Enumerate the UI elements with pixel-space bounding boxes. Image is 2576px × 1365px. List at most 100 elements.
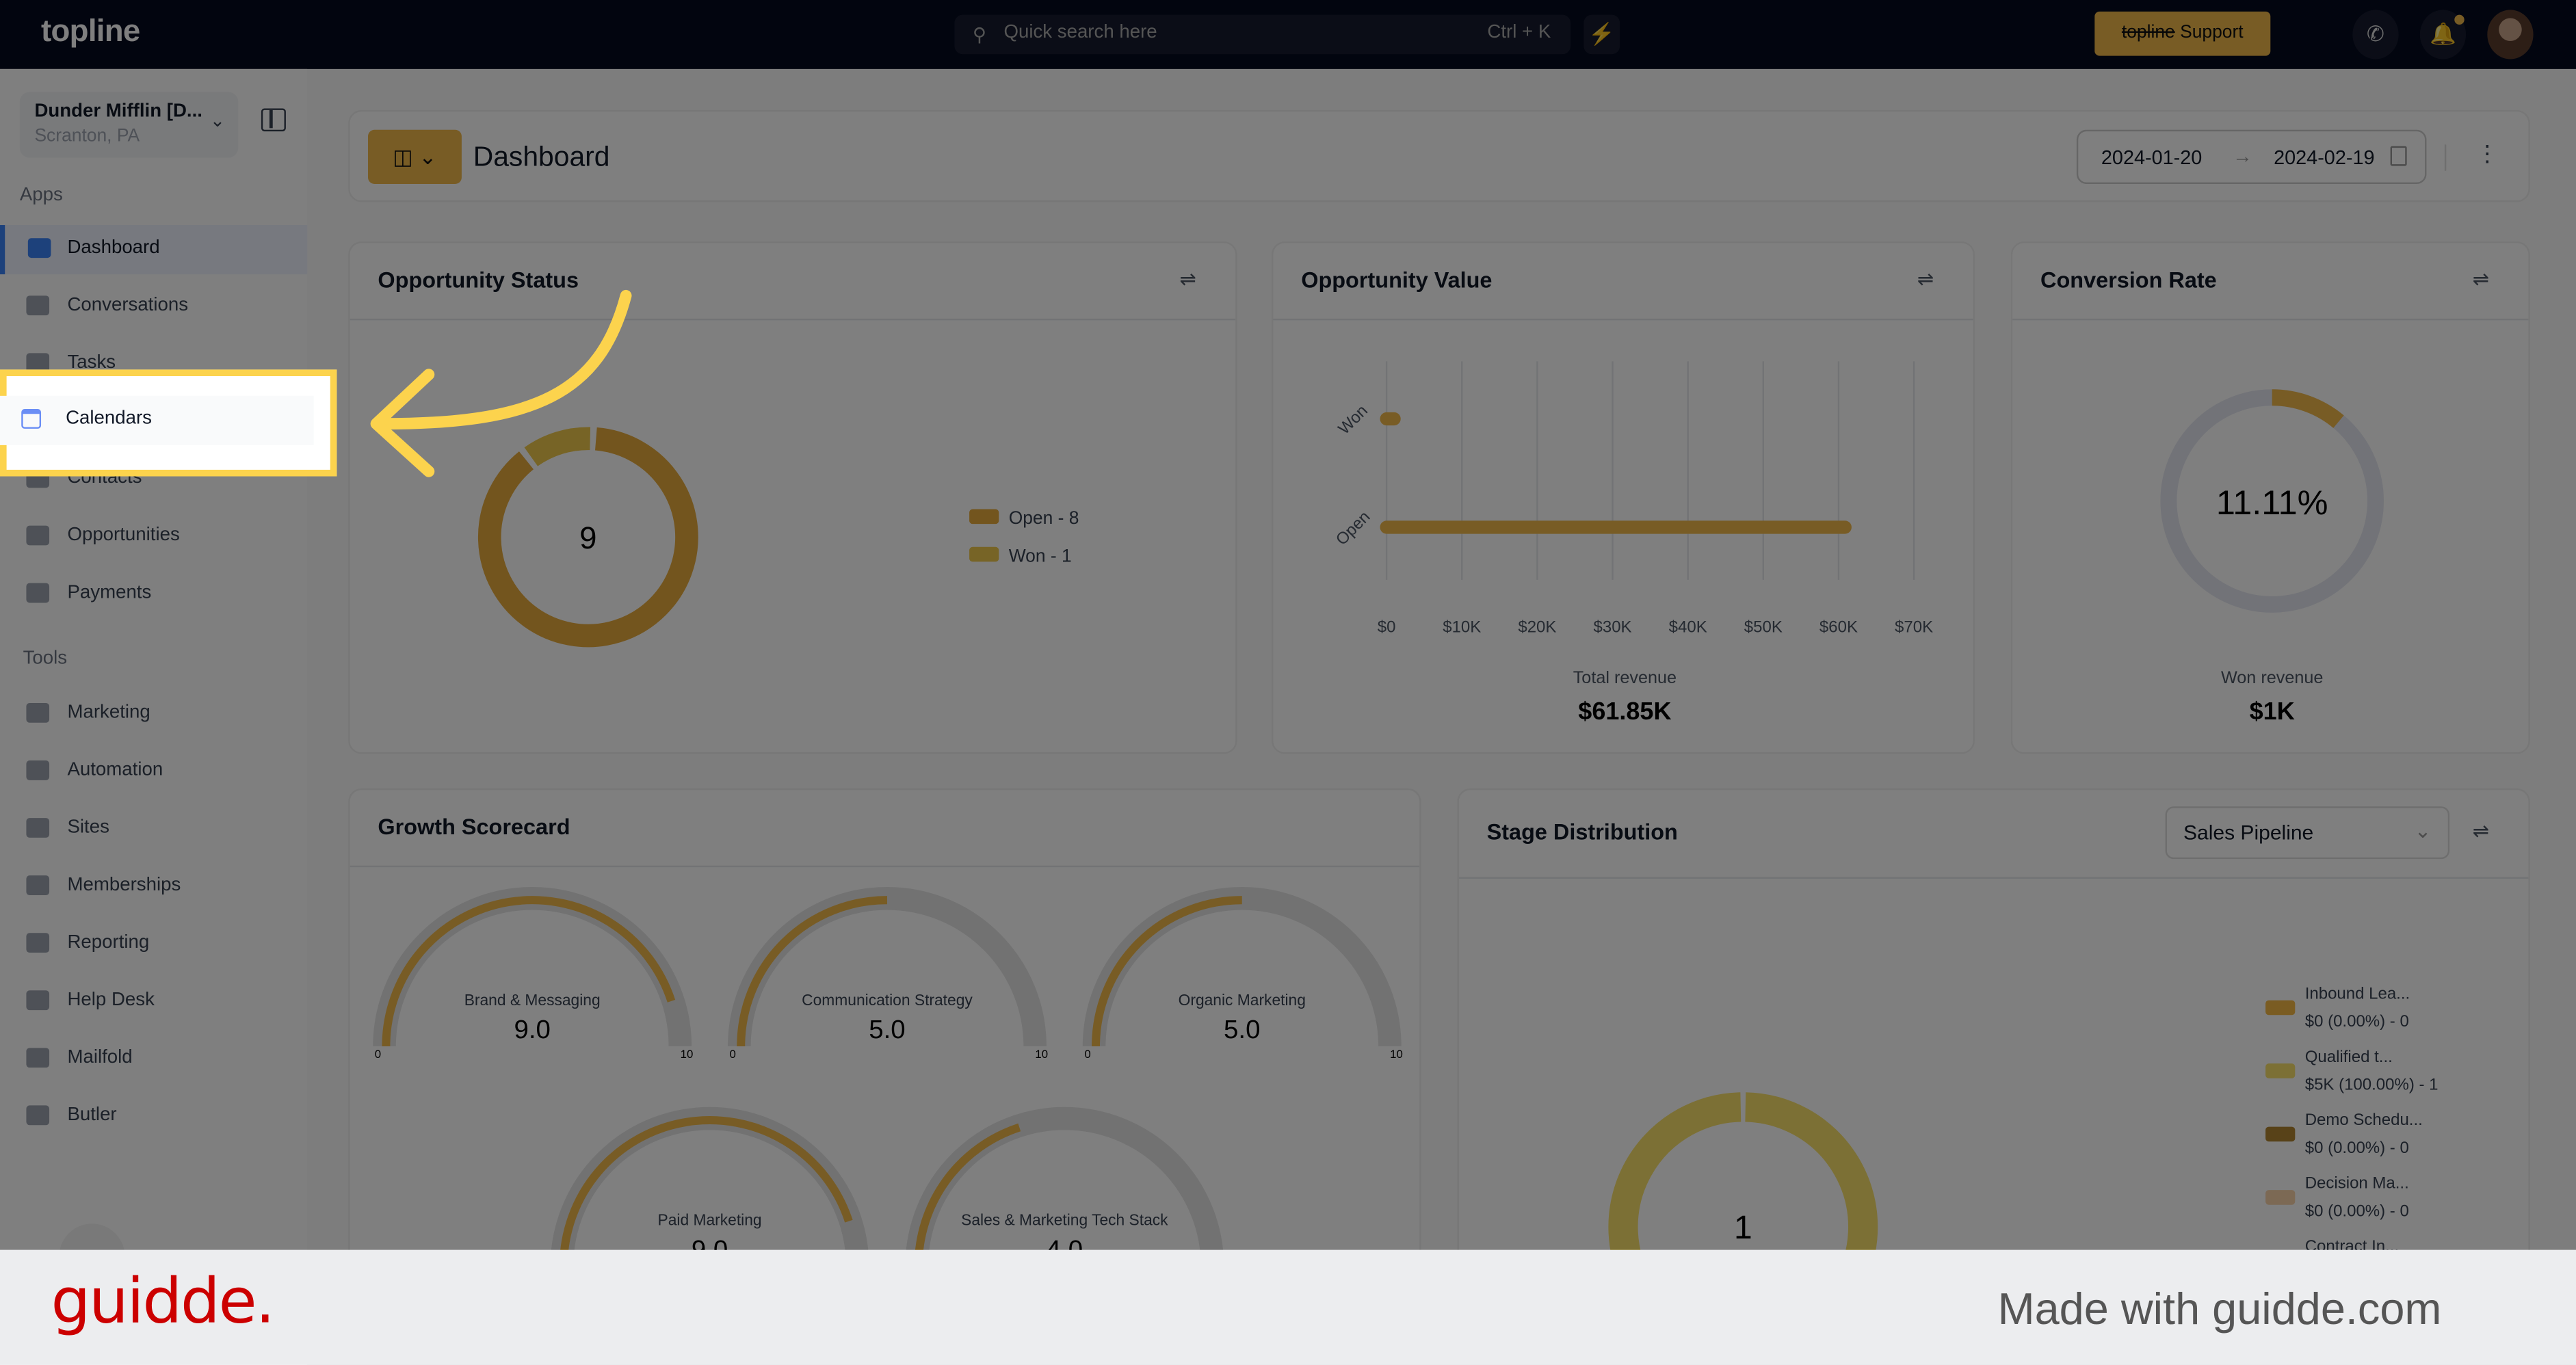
- date-range-picker[interactable]: 2024-01-20 → 2024-02-19: [2076, 129, 2427, 185]
- legend-swatch: [2265, 1063, 2296, 1078]
- filter-icon[interactable]: ⇌: [1917, 267, 1934, 291]
- search-icon: ⚲: [972, 26, 987, 47]
- workspace-switcher[interactable]: Dunder Mifflin [D... Scranton, PA ⌄: [19, 92, 239, 158]
- legend-label: Inbound Lea...: [2305, 984, 2410, 1003]
- filter-icon[interactable]: ⇌: [1179, 267, 1196, 291]
- sidebar-item-label: Dashboard: [67, 238, 160, 259]
- reporting-icon: [26, 933, 50, 953]
- gauge-label: Sales & Marketing Tech Stack: [961, 1211, 1168, 1229]
- x-tick-label: $30K: [1594, 618, 1632, 637]
- notification-dot: [2454, 14, 2465, 25]
- conversion-rate-card: Conversion Rate ⇌ 11.11% Won revenue $1K: [2010, 241, 2530, 754]
- arrow-right-icon: →: [2233, 144, 2252, 168]
- support-brand: topline: [2121, 23, 2175, 43]
- sidebar-item-reporting[interactable]: Reporting: [0, 920, 307, 969]
- date-to: 2024-02-19: [2274, 146, 2375, 170]
- guidde-logo: guidde.: [51, 1264, 275, 1338]
- divider: [2444, 144, 2447, 171]
- phone-icon[interactable]: ✆: [2352, 10, 2399, 59]
- card-title: Conversion Rate: [2040, 267, 2217, 293]
- calendars-row: Calendars: [0, 395, 314, 445]
- sidebar-item-label: Conversations: [67, 295, 189, 316]
- sidebar-item-mailfold[interactable]: Mailfold: [0, 1035, 307, 1084]
- filter-icon[interactable]: ⇌: [2473, 267, 2489, 291]
- gauge-max: 10: [1035, 1048, 1048, 1061]
- total-revenue-label: Total revenue: [1573, 668, 1677, 687]
- sidebar-item-sites[interactable]: Sites: [0, 805, 307, 854]
- gauge-min: 0: [375, 1048, 381, 1061]
- legend-swatch: [969, 509, 999, 525]
- sidebar-item-automation[interactable]: Automation: [0, 747, 307, 797]
- legend-swatch: [2265, 1000, 2296, 1016]
- sidebar-toggle-icon[interactable]: [261, 108, 286, 132]
- sidebar-item-label: Memberships: [67, 875, 181, 895]
- sidebar-item-marketing[interactable]: Marketing: [0, 690, 307, 739]
- date-from: 2024-01-20: [2101, 146, 2203, 170]
- gauge-label: Communication Strategy: [802, 991, 973, 1009]
- sidebar-item-opportunities[interactable]: Opportunities: [0, 512, 307, 561]
- sidebar-item-label: Butler: [67, 1105, 117, 1126]
- gauge: Brand & Messaging 9.0 0 10: [373, 886, 693, 1061]
- sidebar-item-dashboard[interactable]: Dashboard: [0, 225, 308, 275]
- calendar-icon: [2390, 146, 2407, 166]
- gauge: Paid Marketing9.0: [550, 1106, 869, 1267]
- more-options-icon[interactable]: ⋮: [2476, 140, 2499, 168]
- legend-detail: $0 (0.00%) - 0: [2305, 1012, 2409, 1031]
- support-button[interactable]: topline Support: [2094, 11, 2271, 56]
- x-tick-label: $60K: [1819, 618, 1858, 637]
- gauge-min: 0: [1084, 1048, 1090, 1061]
- avatar[interactable]: [2487, 10, 2534, 59]
- x-tick-label: $40K: [1669, 618, 1707, 637]
- growth-scorecard-card: Growth Scorecard Brand & Messaging 9.0 0 10…: [348, 788, 1421, 1282]
- lightning-icon[interactable]: ⚡: [1583, 14, 1620, 55]
- gauge-min: 0: [730, 1048, 736, 1061]
- y-tick-label: Won: [1335, 401, 1371, 438]
- gauge-value: 5.0: [1224, 1015, 1260, 1044]
- conversion-rate-chart: 11.11% Won revenue $1K: [2160, 389, 2384, 725]
- y-tick-label: Open: [1332, 507, 1374, 549]
- growth-scorecard-chart: Brand & Messaging9.00 10Communication Str…: [373, 886, 1403, 1267]
- legend-label: Qualified t...: [2305, 1048, 2393, 1066]
- top-bar: topline ⚲ Quick search here Ctrl + K ⚡ t…: [0, 0, 2576, 69]
- page-title: Dashboard: [473, 141, 610, 173]
- gauge-value: 5.0: [869, 1015, 905, 1044]
- sidebar-item-calendars-highlighted[interactable]: Calendars: [0, 369, 337, 477]
- dashboard-switcher-button[interactable]: ◫ ⌄: [368, 129, 462, 185]
- sidebar-item-memberships[interactable]: Memberships: [0, 862, 307, 912]
- sidebar-item-label: Payments: [67, 583, 152, 603]
- sidebar-item-label: Marketing: [67, 702, 150, 723]
- sidebar-item-label: Help Desk: [67, 990, 155, 1011]
- quick-search-input[interactable]: ⚲ Quick search here Ctrl + K: [954, 14, 1571, 55]
- sidebar-item-label: Reporting: [67, 933, 150, 953]
- workspace-name: Dunder Mifflin [D...: [34, 101, 202, 122]
- sidebar-item-payments[interactable]: Payments: [0, 570, 307, 619]
- calendar-icon: [21, 409, 42, 429]
- x-tick-label: $70K: [1895, 618, 1933, 637]
- x-tick-label: $50K: [1744, 618, 1783, 637]
- screen: topline ⚲ Quick search here Ctrl + K ⚡ t…: [0, 0, 2576, 1365]
- donut-center-label: 1: [1734, 1210, 1752, 1246]
- automation-icon: [26, 760, 50, 780]
- made-with-label: Made with guidde.com: [1997, 1284, 2442, 1334]
- opportunity-value-card: Opportunity Value ⇌ $0 $10K $20K $30K $40K $5…: [1271, 241, 1975, 754]
- legend-detail: $0 (0.00%) - 0: [2305, 1139, 2409, 1157]
- sidebar-item-help-desk[interactable]: Help Desk: [0, 977, 307, 1026]
- sidebar-item-conversations[interactable]: Conversations: [0, 282, 307, 332]
- support-label: Support: [2174, 23, 2244, 43]
- sidebar-item-label: Opportunities: [67, 525, 180, 546]
- sidebar-item-label: Calendars: [66, 409, 152, 429]
- opportunities-icon: [26, 525, 50, 546]
- gauge: Communication Strategy 5.0 0 10: [727, 886, 1048, 1061]
- legend-label: Open - 8: [1009, 507, 1079, 528]
- workspace-location: Scranton, PA: [34, 126, 140, 146]
- sidebar-item-butler[interactable]: Butler: [0, 1092, 307, 1141]
- dashboard-icon: [27, 238, 51, 259]
- mailfold-icon: [26, 1048, 50, 1068]
- gauge-value: 9.0: [514, 1015, 550, 1044]
- gauge-fill: [1091, 896, 1242, 1046]
- topline-logo[interactable]: topline: [41, 15, 140, 51]
- gauge: Sales & Marketing Tech Stack4.0: [905, 1106, 1224, 1267]
- legend-label: Demo Schedu...: [2305, 1111, 2423, 1129]
- conversations-icon: [26, 295, 50, 316]
- marketing-icon: [26, 702, 50, 723]
